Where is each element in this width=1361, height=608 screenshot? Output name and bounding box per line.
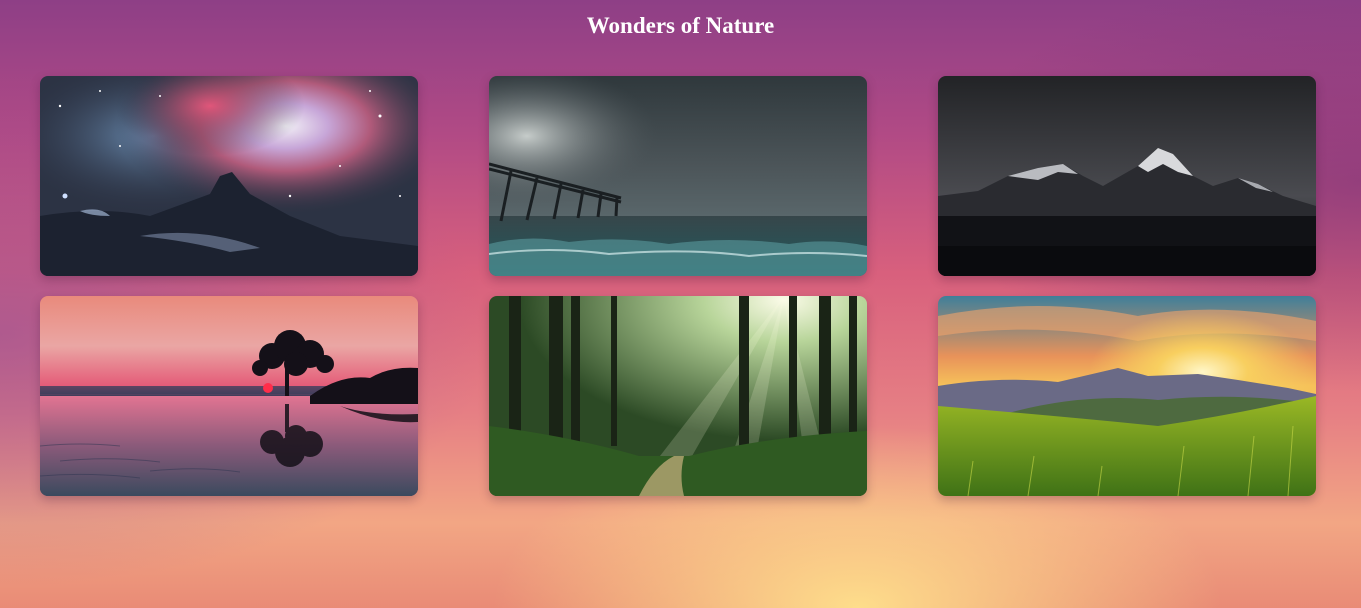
nebula-mountain-picture	[40, 76, 418, 276]
meadow-sunrise-image[interactable]	[938, 296, 1316, 496]
forest-path-picture	[489, 296, 867, 496]
meadow-sunrise-picture	[938, 296, 1316, 496]
forest-path-image[interactable]	[489, 296, 867, 496]
stormy-pier-image[interactable]	[489, 76, 867, 276]
sunset-tree-image[interactable]	[40, 296, 418, 496]
image-gallery	[40, 76, 1316, 496]
night-mountains-picture	[938, 76, 1316, 276]
stormy-pier-picture	[489, 76, 867, 276]
sunset-tree-picture	[40, 296, 418, 496]
nebula-mountain-image[interactable]	[40, 76, 418, 276]
night-mountains-image[interactable]	[938, 76, 1316, 276]
page-title: Wonders of Nature	[586, 13, 775, 38]
